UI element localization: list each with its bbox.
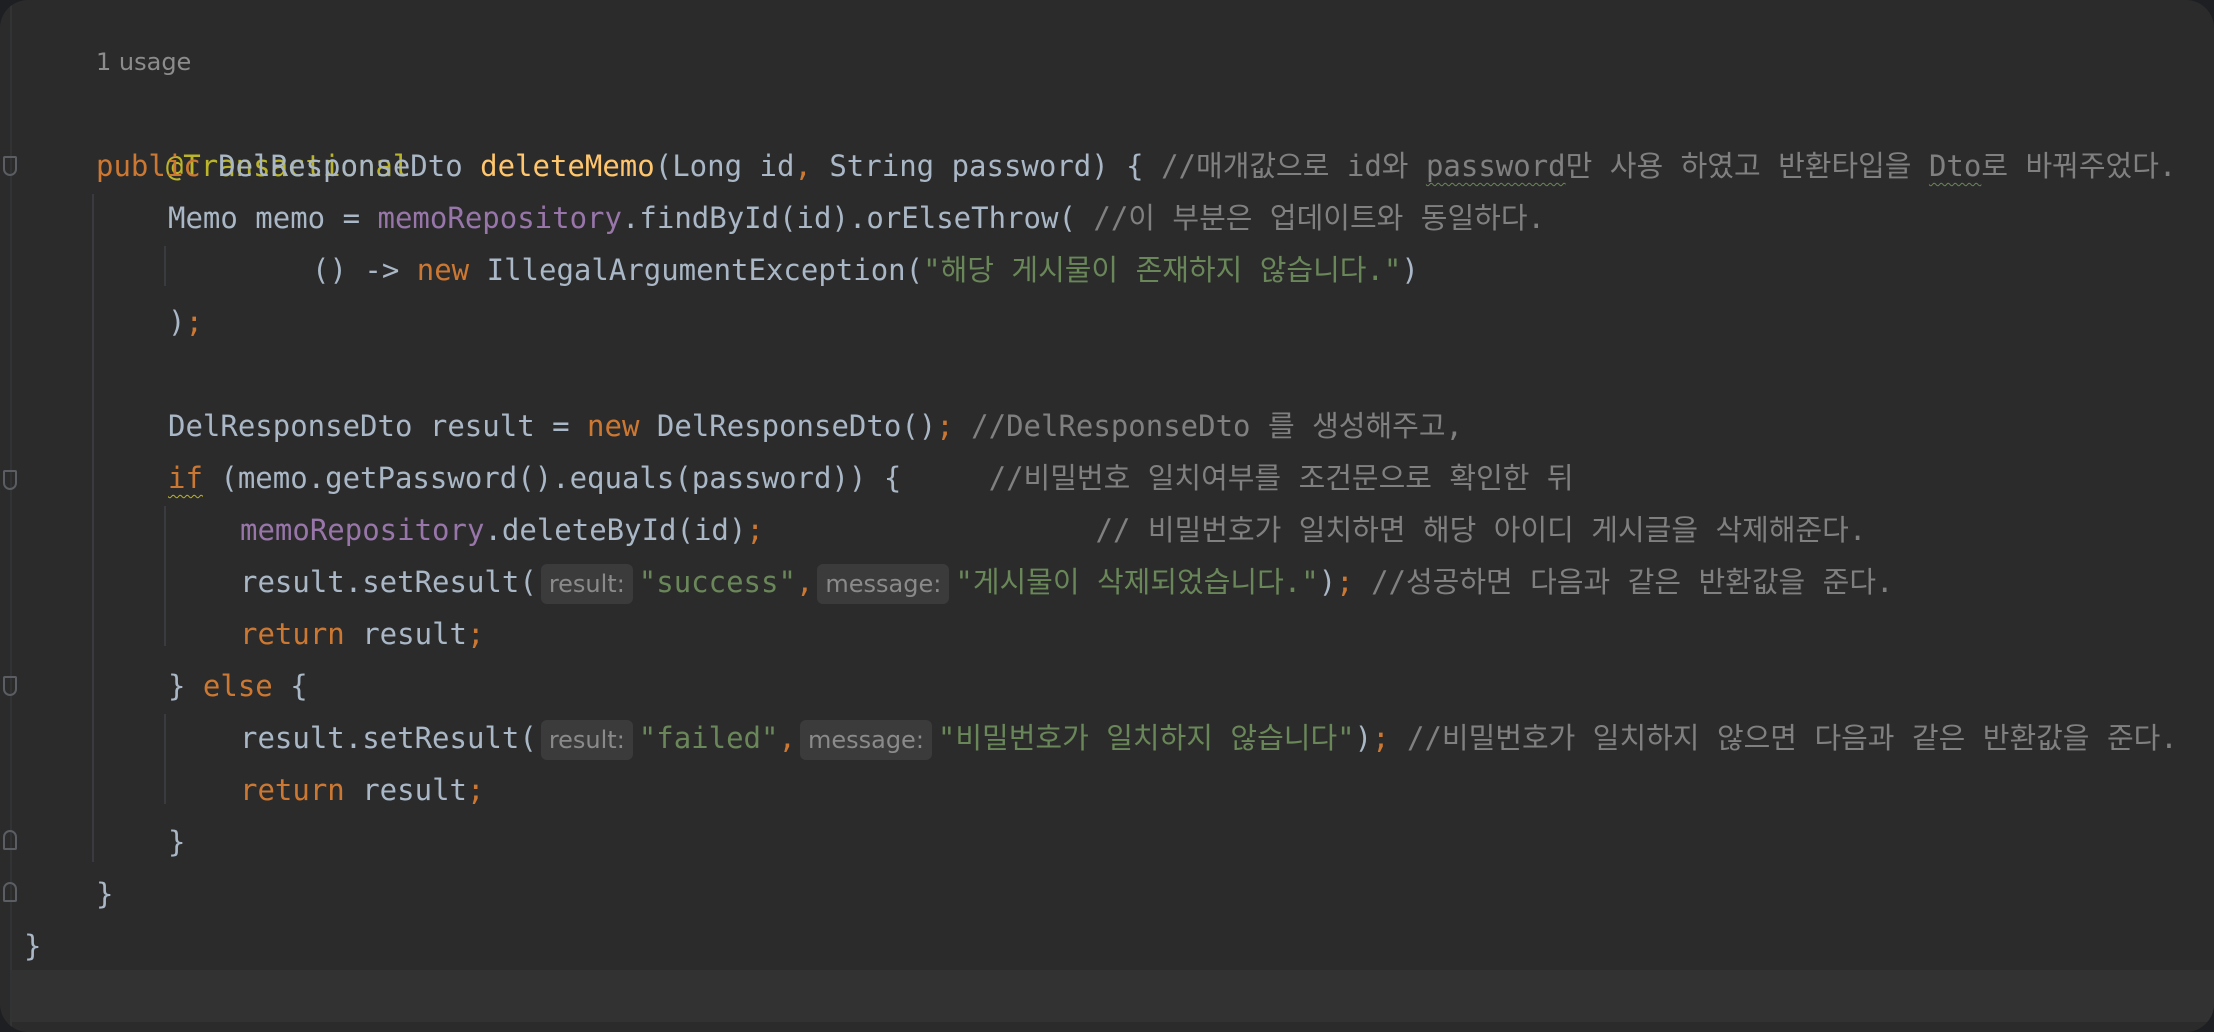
- code-text: .deleteById(id): [484, 513, 747, 547]
- code-line-2: public DelResponseDto deleteMemo(Long id…: [96, 140, 2176, 192]
- comment: // 비밀번호가 일치하면 해당 아이디 게시글을 삭제해준다.: [1095, 513, 1867, 547]
- comment-part: 만 사용 하였고 반환타입을: [1565, 149, 1929, 183]
- code-line-5: );: [168, 296, 203, 348]
- parameter-hint-result: result:: [540, 720, 633, 760]
- code-line-3: Memo memo = memoRepository.findById(id).…: [168, 192, 1545, 244]
- keyword: if: [168, 461, 203, 495]
- fold-marker-method[interactable]: [3, 156, 17, 176]
- string-literal: "게시물이 삭제되었습니다.": [955, 565, 1319, 599]
- code-text: result: [344, 773, 467, 807]
- code-line-11: return result;: [240, 608, 484, 660]
- keyword: new: [416, 253, 470, 287]
- semicolon: ;: [1372, 721, 1390, 755]
- comment: //이 부분은 업데이트와 동일하다.: [1093, 201, 1545, 235]
- string-literal: "해당 게시물이 존재하지 않습니다.": [923, 253, 1402, 287]
- comment: //DelResponseDto 를 생성해주고,: [953, 409, 1463, 443]
- gutter: [10, 0, 12, 1032]
- semicolon: ;: [746, 513, 764, 547]
- code-text: DelResponseDto result =: [168, 409, 588, 443]
- string-literal: "비밀번호가 일치하지 않습니다": [937, 721, 1355, 755]
- code-text: .findById(id).orElseThrow(: [621, 201, 1094, 235]
- code-line-4: () -> new IllegalArgumentException("해당 게…: [312, 244, 1419, 296]
- field-ref: memoRepository: [377, 201, 622, 235]
- code-text: ): [1401, 253, 1419, 287]
- code-line-12: } else {: [168, 660, 308, 712]
- code-line-1: @Transactional: [96, 88, 410, 183]
- fold-end-marker-else[interactable]: [3, 830, 17, 850]
- comma: ,: [778, 721, 796, 755]
- comment-part: 로 바꿔주었다.: [1981, 149, 2177, 183]
- semicolon: ;: [185, 305, 203, 339]
- parameter-hint-result: result:: [540, 564, 633, 604]
- code-text: (memo.getPassword().equals(password)) {: [202, 461, 989, 495]
- params: (Long id: [654, 149, 795, 183]
- comment: //비밀번호 일치여부를 조건문으로 확인한 뒤: [988, 461, 1574, 495]
- string-literal: "success": [638, 565, 796, 599]
- code-text: result.setResult(: [240, 565, 537, 599]
- indent-guide-else: [164, 714, 166, 804]
- current-line-highlight: [12, 970, 2214, 1022]
- code-text: result.setResult(: [240, 721, 537, 755]
- comment-typo-word: Dto: [1928, 149, 1982, 183]
- code-text: }: [168, 669, 203, 703]
- code-text: result: [344, 617, 467, 651]
- semicolon: ;: [466, 773, 485, 807]
- code-line-8: if (memo.getPassword().equals(password))…: [168, 452, 1574, 504]
- string-literal: "failed": [638, 721, 779, 755]
- params-rest: String password) {: [811, 149, 1162, 183]
- keyword: return: [240, 773, 345, 807]
- fold-end-marker-method[interactable]: [3, 882, 17, 902]
- return-type: DelResponseDto: [200, 149, 481, 183]
- code-text: ): [1318, 565, 1337, 599]
- code-line-9: memoRepository.deleteById(id); // 비밀번호가 …: [240, 504, 1866, 556]
- code-text: IllegalArgumentException(: [469, 253, 924, 287]
- fold-marker-else[interactable]: [3, 676, 17, 696]
- parameter-hint-message: message:: [799, 720, 932, 760]
- code-line-17: }: [24, 929, 42, 963]
- code-line-15: }: [168, 825, 186, 859]
- comment: //성공하면 다음과 같은 반환값을 준다.: [1353, 565, 1894, 599]
- code-text: Memo memo =: [168, 201, 378, 235]
- code-text: ): [168, 305, 186, 339]
- comment-typo-word: password: [1425, 149, 1566, 183]
- code-line-10: result.setResult(result: "success", messag…: [240, 556, 1894, 608]
- comment-part: //매개값으로 id와: [1161, 149, 1426, 183]
- comma: ,: [794, 149, 812, 183]
- code-text: {: [272, 669, 308, 703]
- semicolon: ;: [936, 409, 954, 443]
- indent-guide-lambda: [164, 246, 166, 286]
- semicolon: ;: [1336, 565, 1354, 599]
- keyword: return: [240, 617, 345, 651]
- code-text: () ->: [312, 253, 417, 287]
- code-text: DelResponseDto(): [639, 409, 937, 443]
- code-text: ): [1354, 721, 1373, 755]
- code-editor[interactable]: 1 usage @Transactional public DelRespons…: [0, 0, 2214, 1032]
- field-ref: memoRepository: [240, 513, 485, 547]
- keyword: else: [202, 669, 273, 703]
- semicolon: ;: [466, 617, 485, 651]
- indent-guide-method: [92, 194, 94, 862]
- comment: //비밀번호가 일치하지 않으면 다음과 같은 반환값을 준다.: [1389, 721, 2178, 755]
- keyword: public: [96, 149, 201, 183]
- code-line-14: return result;: [240, 764, 484, 816]
- method-name: deleteMemo: [480, 149, 655, 183]
- comment: //매개값으로 id와 password만 사용 하였고 반환타입을 Dto로 …: [1161, 149, 2176, 183]
- comma: ,: [795, 565, 814, 599]
- usage-hint[interactable]: 1 usage: [96, 36, 191, 88]
- code-line-16: }: [96, 877, 114, 911]
- code-line-13: result.setResult(result: "failed", message…: [240, 712, 2178, 764]
- fold-marker-if[interactable]: [3, 470, 17, 490]
- indent-guide-if: [164, 506, 166, 646]
- parameter-hint-message: message:: [817, 564, 950, 604]
- code-line-7: DelResponseDto result = new DelResponseD…: [168, 400, 1463, 452]
- keyword: new: [587, 409, 640, 443]
